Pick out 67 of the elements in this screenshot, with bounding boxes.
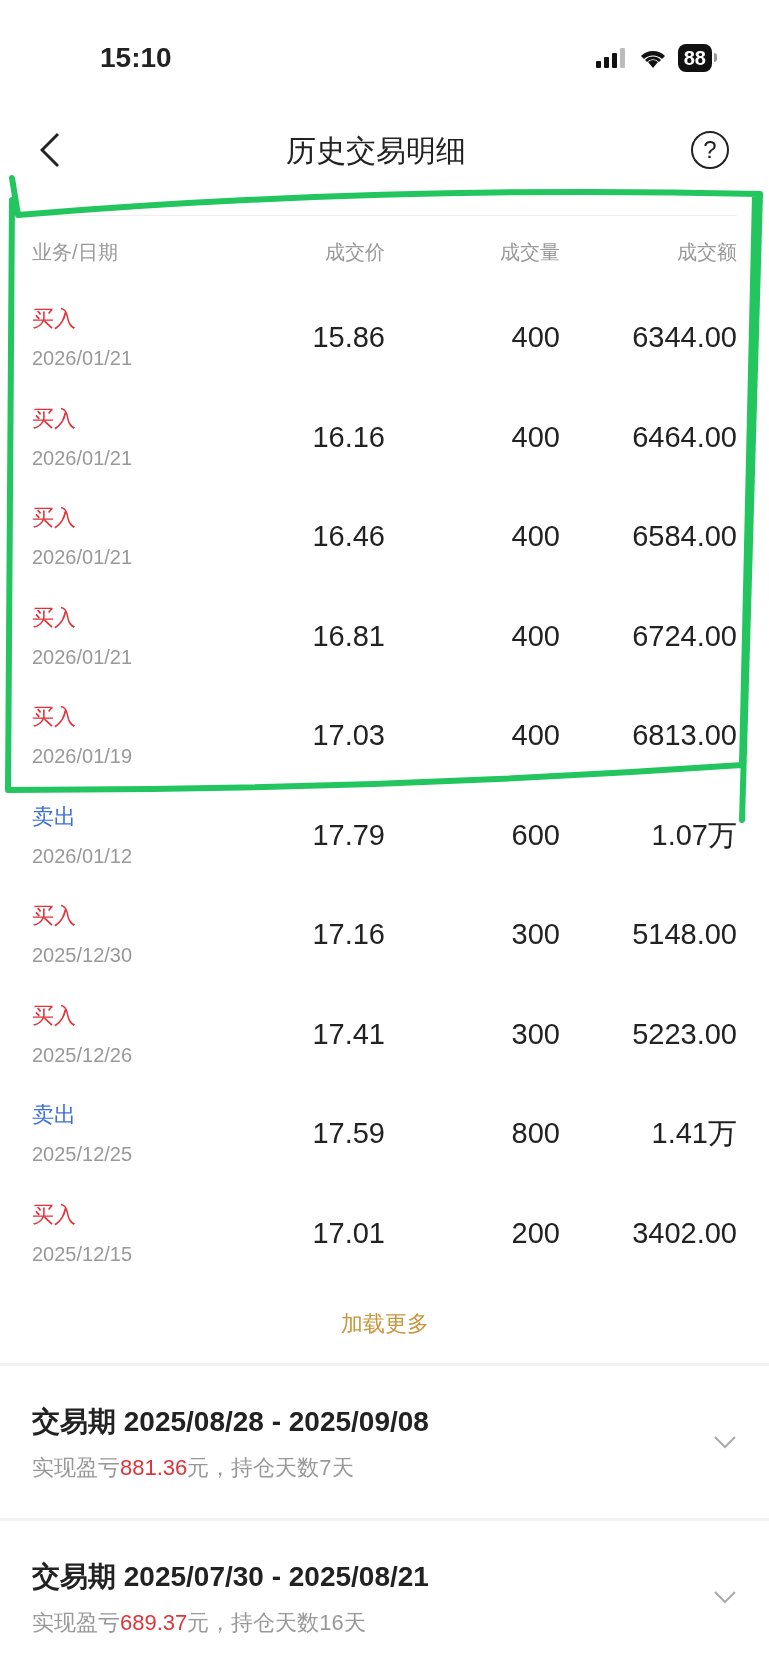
trade-type: 买入 — [32, 404, 77, 433]
trade-date: 2026/01/21 — [32, 346, 134, 372]
trade-date: 2025/12/26 — [32, 1042, 134, 1068]
help-button[interactable]: ? — [691, 131, 729, 169]
table-cell: 17.41 — [312, 1017, 385, 1050]
trade-type: 卖出 — [32, 802, 77, 831]
trade-type: 买入 — [32, 703, 77, 732]
table-cell: 400 — [511, 420, 560, 453]
trade-date: 2026/01/21 — [32, 445, 134, 471]
table-cell: 1.07万 — [651, 818, 737, 851]
trade-type: 买入 — [32, 902, 77, 931]
table-cell: 5148.00 — [632, 918, 737, 950]
table-cell: 17.01 — [312, 1216, 385, 1249]
table-cell: 6813.00 — [632, 719, 737, 751]
table-cell: 16.81 — [312, 619, 385, 652]
table-cell: 17.79 — [312, 818, 385, 851]
signal-icon — [595, 47, 628, 68]
column-header: 业务/日期 — [32, 241, 118, 263]
trade-type: 买入 — [32, 1200, 77, 1229]
table-cell: 16.16 — [312, 420, 385, 453]
table-cell: 3402.00 — [632, 1216, 737, 1249]
table-cell: 5223.00 — [632, 1017, 737, 1050]
table-cell: 300 — [511, 1017, 560, 1050]
period-summary: 实现盈亏689.37元，持仓天数16天 — [32, 1608, 367, 1637]
table-cell: 17.16 — [312, 918, 385, 950]
table-cell: 200 — [511, 1216, 560, 1249]
back-icon[interactable] — [40, 132, 60, 168]
trade-type: 买入 — [32, 1001, 77, 1030]
trade-date: 2025/12/30 — [32, 943, 134, 969]
table-cell: 17.03 — [312, 719, 385, 751]
page-title: 历史交易明细 — [285, 132, 466, 169]
table-cell: 1.41万 — [651, 1117, 737, 1149]
table-cell: 16.46 — [312, 520, 385, 552]
trade-type: 卖出 — [32, 1101, 77, 1130]
table-cell: 600 — [511, 818, 560, 851]
table-cell: 6344.00 — [632, 321, 737, 353]
period-title: 交易期 2025/08/28 - 2025/09/08 — [32, 1404, 429, 1439]
column-header: 成交价 — [325, 241, 385, 263]
chevron-down-icon[interactable] — [713, 1435, 737, 1449]
battery-level: 88 — [677, 43, 712, 72]
trade-type: 买入 — [32, 305, 77, 334]
status-time: 15:10 — [100, 40, 172, 75]
trade-date: 2026/01/19 — [32, 744, 134, 770]
trade-type: 买入 — [32, 504, 77, 533]
trade-type: 买入 — [32, 603, 77, 632]
table-cell: 15.86 — [312, 321, 385, 353]
table-cell: 400 — [511, 719, 560, 751]
table-cell: 6724.00 — [632, 619, 737, 652]
period-title: 交易期 2025/07/30 - 2025/08/21 — [32, 1559, 429, 1594]
table-cell: 400 — [511, 520, 560, 552]
trade-date: 2025/12/15 — [32, 1241, 134, 1267]
table-cell: 400 — [511, 619, 560, 652]
table-cell: 17.59 — [312, 1117, 385, 1149]
table-cell: 800 — [511, 1117, 560, 1149]
table-cell: 400 — [511, 321, 560, 353]
period-summary: 实现盈亏881.36元，持仓天数7天 — [32, 1453, 355, 1482]
column-header: 成交额 — [677, 241, 737, 263]
table-cell: 6584.00 — [632, 520, 737, 552]
trade-date: 2025/12/25 — [32, 1142, 134, 1168]
trade-date: 2026/01/21 — [32, 644, 134, 670]
column-header: 成交量 — [500, 241, 560, 263]
battery-cap-icon — [714, 53, 717, 62]
trade-date: 2026/01/12 — [32, 843, 134, 869]
chevron-down-icon[interactable] — [713, 1590, 737, 1604]
table-cell: 300 — [511, 918, 560, 950]
table-cell: 6464.00 — [632, 420, 737, 453]
trade-date: 2026/01/21 — [32, 545, 134, 571]
